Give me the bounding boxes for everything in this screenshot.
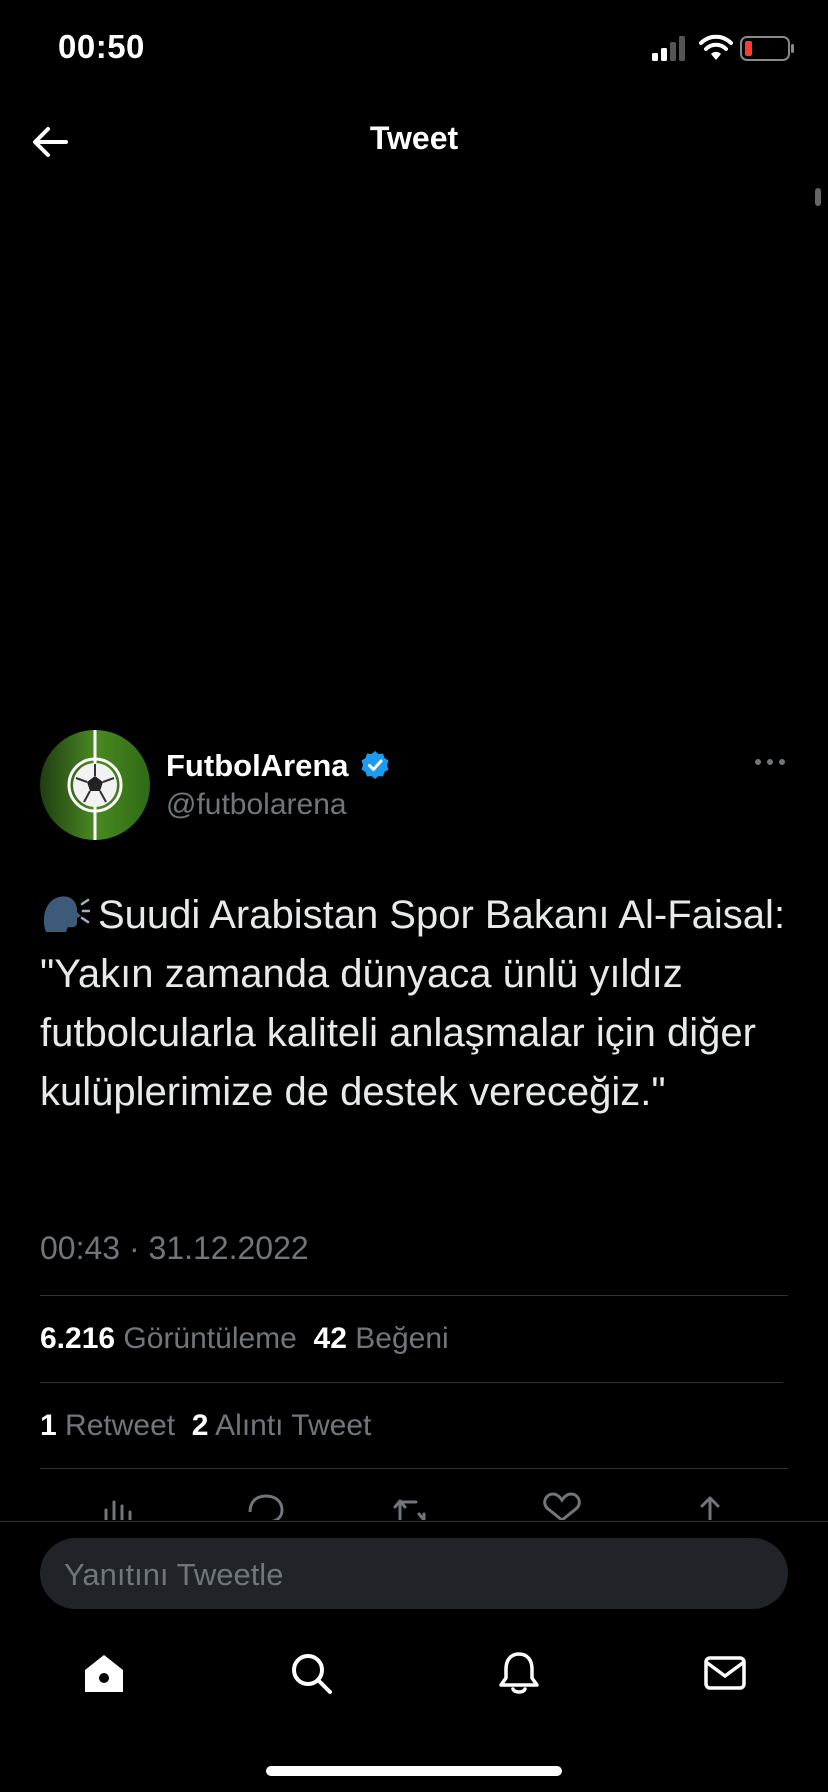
speaking-head-emoji — [43, 896, 90, 932]
tweet-text: Suudi Arabistan Spor Bakanı Al-Faisal: "… — [40, 886, 790, 1122]
search-icon[interactable] — [288, 1650, 334, 1696]
reply-icon[interactable] — [246, 1488, 286, 1520]
tweet-text-body: Suudi Arabistan Spor Bakanı Al-Faisal: "… — [40, 893, 786, 1114]
notifications-icon[interactable] — [496, 1650, 542, 1696]
views-count: 6.216 — [40, 1322, 116, 1355]
retweet-quote-stats: 1 Retweet 2 Alıntı Tweet — [40, 1409, 371, 1443]
divider — [40, 1382, 783, 1383]
status-time: 00:50 — [58, 28, 145, 65]
views-label: Görüntüleme — [123, 1322, 297, 1355]
author-avatar[interactable] — [40, 730, 150, 840]
divider — [40, 1295, 788, 1296]
reply-placeholder: Yanıtını Tweetle — [64, 1557, 284, 1592]
likes-count[interactable]: 42 — [314, 1322, 347, 1355]
analytics-icon[interactable] — [100, 1488, 140, 1520]
quotes-count[interactable]: 2 — [192, 1409, 209, 1442]
home-indicator[interactable] — [266, 1766, 562, 1776]
views-likes-stats: 6.216 Görüntüleme 42 Beğeni — [40, 1322, 449, 1356]
like-icon[interactable] — [542, 1488, 582, 1520]
scrollbar[interactable] — [815, 188, 821, 206]
messages-icon[interactable] — [702, 1650, 748, 1696]
more-dots-icon[interactable] — [754, 756, 786, 768]
retweet-icon[interactable] — [392, 1488, 432, 1520]
verified-badge-icon — [361, 751, 389, 779]
retweets-count[interactable]: 1 — [40, 1409, 57, 1442]
page-title: Tweet — [369, 120, 459, 156]
battery-icon — [740, 36, 794, 61]
likes-label[interactable]: Beğeni — [355, 1322, 448, 1355]
tweet-timestamp[interactable]: 00:43 · 31.12.2022 — [40, 1230, 309, 1267]
author-name[interactable]: FutbolArena — [166, 748, 349, 784]
divider — [40, 1468, 788, 1469]
home-icon[interactable] — [81, 1650, 127, 1696]
wifi-icon — [699, 34, 733, 60]
signal-icon — [652, 36, 685, 61]
quotes-label[interactable]: Alıntı Tweet — [215, 1409, 371, 1442]
share-icon[interactable] — [690, 1488, 730, 1520]
divider — [0, 1521, 828, 1522]
football-pitch-avatar — [40, 730, 150, 840]
retweets-label[interactable]: Retweet — [65, 1409, 175, 1442]
author-handle[interactable]: @futbolarena — [166, 788, 347, 822]
reply-input[interactable]: Yanıtını Tweetle — [40, 1538, 788, 1609]
